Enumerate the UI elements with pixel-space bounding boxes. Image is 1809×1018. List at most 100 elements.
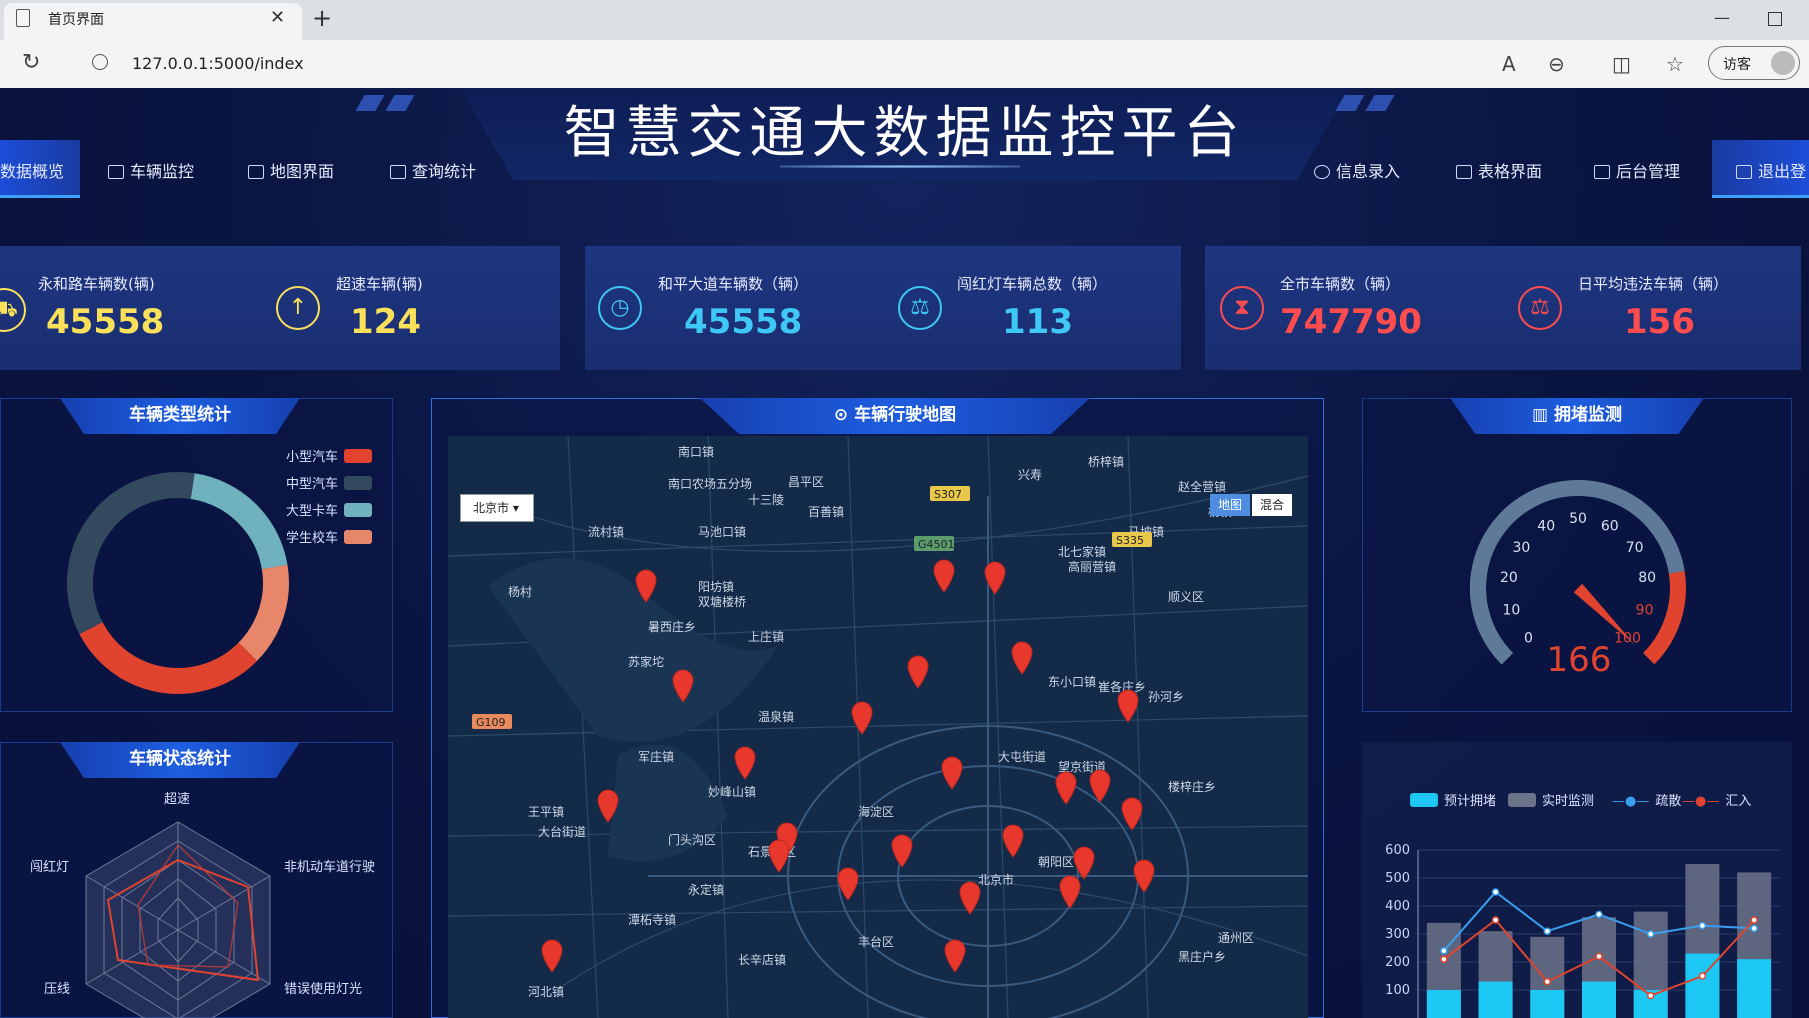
stat-value: 113 xyxy=(1002,302,1073,342)
city-select[interactable]: 北京市 ▾ xyxy=(460,494,534,522)
legend-item[interactable]: —●— 汇入 xyxy=(1682,790,1751,809)
bar-forecast xyxy=(1737,959,1772,1018)
radar-label: 错误使用灯光 xyxy=(284,982,363,997)
panel-header: 车辆状态统计 xyxy=(60,742,300,778)
gauge-tick-label: 0 xyxy=(1524,630,1533,646)
nav-label: 后台管理 xyxy=(1616,162,1681,181)
map-place-label: 马池口镇 xyxy=(698,525,746,539)
nav-label: 地图界面 xyxy=(270,162,335,181)
hybrid-type-button[interactable]: 混合 xyxy=(1252,494,1292,516)
map-place-label: 暑西庄乡 xyxy=(648,619,696,634)
donut-slice xyxy=(190,473,288,570)
line-point xyxy=(1543,927,1552,935)
gauge-tick-label: 70 xyxy=(1626,540,1644,556)
map-place-label: 百善镇 xyxy=(808,504,844,519)
map-place-label: 桥梓镇 xyxy=(1088,454,1124,469)
nav-query-stats[interactable]: 查询统计 xyxy=(390,158,476,182)
gauge-tick-label: 10 xyxy=(1503,603,1521,619)
line-point xyxy=(1543,977,1552,986)
map-place-label: 顺义区 xyxy=(1168,590,1204,604)
legend-item[interactable]: 实时监测 xyxy=(1508,790,1594,809)
vehicle-type-donut xyxy=(67,472,289,694)
upload-arrow-icon: ↑ xyxy=(276,286,320,330)
map-place-label: 温泉镇 xyxy=(758,710,794,724)
panel-title: 车辆类型统计 xyxy=(129,405,231,425)
map-place-label: 杨村 xyxy=(508,584,532,599)
map-place-label: 楼梓庄乡 xyxy=(1168,779,1216,794)
url-input[interactable]: 127.0.0.1:5000/index xyxy=(132,54,304,73)
favorites-icon[interactable]: ☆ xyxy=(1666,52,1684,76)
legend-label: 汇入 xyxy=(1725,794,1752,809)
map-place-label: 东小口镇 xyxy=(1048,675,1096,689)
map-place-label: 潭柘寺镇 xyxy=(628,913,676,927)
bar-forecast xyxy=(1530,990,1565,1018)
reload-icon[interactable]: ↻ xyxy=(22,50,40,75)
gauge-tick-label: 90 xyxy=(1636,603,1654,619)
road-label: G4501 xyxy=(918,538,955,551)
guest-profile-button[interactable]: 访客 xyxy=(1708,46,1800,80)
legend-item[interactable]: 预计拥堵 xyxy=(1410,790,1496,809)
zoom-out-icon[interactable]: ⊖ xyxy=(1548,52,1565,76)
gear-icon xyxy=(1314,165,1330,179)
nav-data-overview[interactable]: 数据概览 xyxy=(0,158,64,182)
radar-label: 压线 xyxy=(44,982,71,997)
radar-label: 超速 xyxy=(164,792,191,807)
stat-value: 45558 xyxy=(46,302,165,342)
gauge-needle xyxy=(1573,583,1635,645)
y-tick-label: 100 xyxy=(1385,983,1410,998)
maximize-icon[interactable] xyxy=(1768,12,1782,26)
traffic-map[interactable]: 南口镇昌平区南口农场五分场十三陵百善镇兴寿桥梓镇赵全营镇杨镇流村镇马池口镇北七家… xyxy=(448,436,1308,1018)
map-pin-icon: ⊙ xyxy=(833,405,855,425)
title-glow xyxy=(780,165,1020,168)
line-point xyxy=(1646,930,1655,938)
stat-value: 124 xyxy=(350,302,421,342)
legend-item[interactable]: —●— 疏散 xyxy=(1612,790,1681,809)
logout-icon xyxy=(1736,165,1752,179)
map-place-label: 北京市 xyxy=(978,872,1014,887)
gauge-tick-label: 60 xyxy=(1601,519,1619,535)
stat-label: 超速车辆(辆) xyxy=(336,275,423,293)
traffic-combo-chart: 100 200 300 400 500 600 xyxy=(1385,843,1780,1018)
line-point xyxy=(1595,910,1603,919)
legend-label: 疏散 xyxy=(1655,794,1682,809)
table-icon xyxy=(1456,165,1472,179)
gauge-tick-label: 100 xyxy=(1614,630,1641,646)
new-tab-icon[interactable]: + xyxy=(312,4,332,32)
map-place-label: 长辛店镇 xyxy=(738,953,786,967)
split-screen-icon[interactable]: ◫ xyxy=(1612,52,1631,76)
site-info-icon[interactable] xyxy=(92,54,108,70)
nav-vehicle-monitor[interactable]: 车辆监控 xyxy=(108,158,194,182)
stat-value: 45558 xyxy=(684,302,803,342)
close-tab-icon[interactable]: ✕ xyxy=(270,7,285,28)
map-place-label: 南口镇 xyxy=(678,444,714,459)
line-point xyxy=(1750,916,1758,924)
nav-info-entry[interactable]: 信息录入 xyxy=(1314,158,1400,182)
donut-slice xyxy=(79,621,258,694)
bar-forecast xyxy=(1478,981,1513,1018)
legend-marker: —●— xyxy=(1612,794,1650,809)
map-place-label: 北七家镇 xyxy=(1058,544,1106,559)
map-place-label: 河北镇 xyxy=(528,985,564,999)
line-point xyxy=(1698,972,1707,980)
bar-chart-icon: ▥ xyxy=(1532,405,1554,425)
nav-table[interactable]: 表格界面 xyxy=(1456,158,1542,182)
admin-icon xyxy=(1594,165,1610,179)
read-aloud-icon[interactable]: A xyxy=(1502,52,1516,76)
map-place-label: 阳坊镇 xyxy=(698,579,734,594)
nav-admin[interactable]: 后台管理 xyxy=(1594,158,1680,182)
line-point xyxy=(1440,955,1448,963)
map-type-button[interactable]: 地图 xyxy=(1210,494,1250,516)
stat-label: 全市车辆数（辆） xyxy=(1280,275,1401,293)
y-tick-label: 300 xyxy=(1385,927,1410,942)
tab-title: 首页界面 xyxy=(48,12,104,28)
car-icon xyxy=(108,165,124,179)
nav-map[interactable]: 地图界面 xyxy=(248,158,334,182)
gauge-tick-label: 20 xyxy=(1500,570,1518,586)
minimize-icon[interactable]: — xyxy=(1714,8,1730,27)
map-place-label: 孙河乡 xyxy=(1148,690,1184,704)
road-label: S335 xyxy=(1116,534,1144,547)
stat-value: 747790 xyxy=(1280,302,1422,342)
map-place-label: 丰台区 xyxy=(858,934,894,949)
map-place-label: 王平镇 xyxy=(528,805,564,819)
nav-logout[interactable]: 退出登 xyxy=(1736,158,1806,182)
